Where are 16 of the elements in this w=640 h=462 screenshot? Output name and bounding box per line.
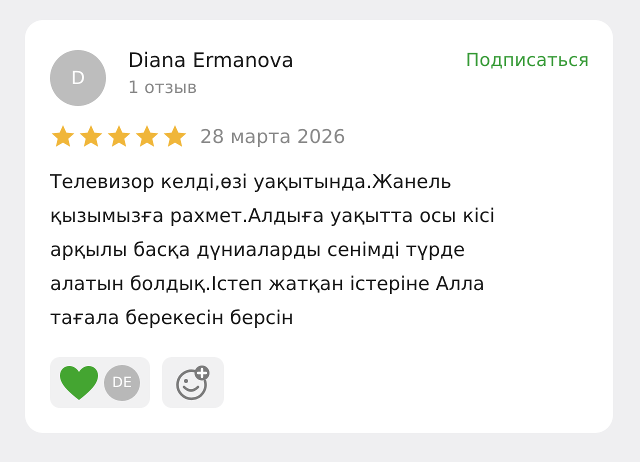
reactor-avatar: DE (104, 364, 140, 400)
avatar: D (50, 50, 106, 106)
review-text: Телевизор келді,өзі уақытында.Жанель қызымызға рахмет.Алдыға уақытта осы кісі арқылы басқа дүниаларды сенімді түрде алатын болдық.Істеп жатқан істеріне Алла тағала берекесін берсін (50, 170, 496, 331)
add-reaction-button[interactable] (162, 357, 224, 408)
reaction-chip[interactable]: DE (50, 357, 150, 408)
star-icon (78, 124, 104, 149)
star-icon (134, 124, 160, 149)
author-name: Diana Ermanova (128, 48, 295, 72)
heart-icon (58, 364, 100, 402)
review-date: 28 марта 2026 (200, 126, 346, 148)
review-count: 1 отзыв (128, 78, 198, 98)
add-emoji-icon (175, 364, 211, 400)
star-icon (106, 124, 132, 149)
star-icon (162, 124, 188, 149)
subscribe-link[interactable]: Подписаться (466, 50, 589, 71)
star-icon (50, 124, 76, 149)
